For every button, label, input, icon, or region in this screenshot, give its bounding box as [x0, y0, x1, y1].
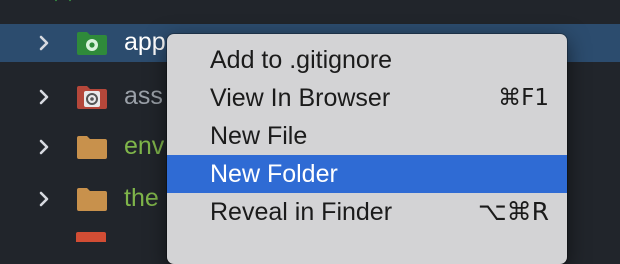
- chevron-right-icon[interactable]: [36, 89, 52, 105]
- menu-item-label: Reveal in Finder: [210, 198, 393, 226]
- menu-item-view-in-browser[interactable]: View In Browser ⌘F1: [167, 79, 567, 117]
- settings-folder-icon: [76, 84, 108, 110]
- tree-row-label: ass: [124, 82, 163, 110]
- menu-item-new-file[interactable]: New File: [167, 117, 567, 155]
- menu-item-shortcut: ⌥⌘R: [477, 197, 549, 226]
- menu-item-label: Add to .gitignore: [210, 46, 393, 74]
- menu-item-add-to-gitignore[interactable]: Add to .gitignore: [167, 41, 567, 79]
- menu-item-label: New Folder: [210, 160, 338, 188]
- file-icon: [76, 232, 106, 242]
- folder-icon: [76, 186, 108, 212]
- chevron-right-icon[interactable]: [36, 139, 52, 155]
- folder-icon: [76, 134, 108, 160]
- menu-item-shortcut: ⌘F1: [498, 85, 549, 111]
- settings-folder-icon: [76, 30, 108, 56]
- menu-item-reveal-in-finder[interactable]: Reveal in Finder ⌥⌘R: [167, 193, 567, 231]
- chevron-right-icon[interactable]: [36, 191, 52, 207]
- tree-row-label: app: [124, 28, 166, 56]
- menu-item-new-folder[interactable]: New Folder: [167, 155, 567, 193]
- git-branch-icon: [46, 0, 80, 4]
- tree-row-label: the: [124, 184, 159, 212]
- menu-item-label: New File: [210, 122, 308, 150]
- context-menu: Add to .gitignore View In Browser ⌘F1 Ne…: [167, 34, 567, 264]
- menu-item-label: View In Browser: [210, 84, 391, 112]
- chevron-right-icon[interactable]: [36, 35, 52, 51]
- tree-row-label: env: [124, 132, 165, 160]
